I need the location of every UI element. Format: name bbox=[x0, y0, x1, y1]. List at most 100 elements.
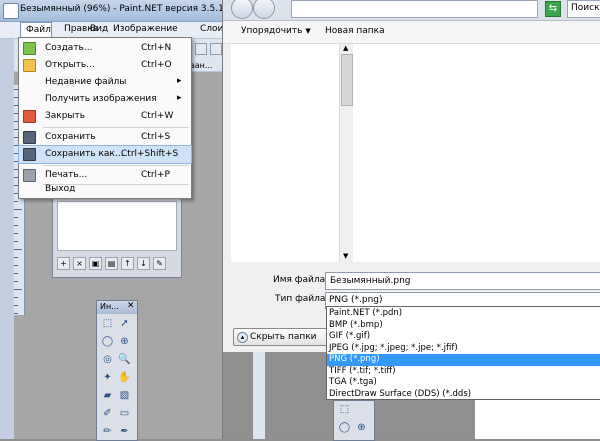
menu-item-label: Получить изображения bbox=[45, 94, 157, 104]
menu-item-save-as[interactable]: Сохранить как... Ctrl+Shift+S bbox=[18, 145, 192, 164]
left-panel-strip bbox=[0, 39, 14, 439]
menu-item-label: Сохранить bbox=[45, 132, 96, 142]
move-selection-icon[interactable]: ➚ bbox=[118, 317, 131, 330]
magic-wand-icon[interactable]: ✦ bbox=[101, 371, 114, 384]
hide-folders-label: Скрыть папки bbox=[250, 332, 317, 342]
eraser-icon[interactable]: ▭ bbox=[118, 407, 131, 420]
zoom-icon: ⊕ bbox=[357, 422, 366, 433]
ruler-tick bbox=[14, 313, 18, 314]
menu-item-open[interactable]: Открыть... Ctrl+O bbox=[19, 57, 191, 74]
menu-item-save[interactable]: Сохранить Ctrl+S bbox=[19, 129, 191, 146]
menu-item-new[interactable]: Создать... Ctrl+N bbox=[19, 40, 191, 57]
ellipse-select-icon[interactable]: ◎ bbox=[101, 353, 114, 366]
filetype-option[interactable]: BMP (*.bmp) bbox=[327, 320, 600, 332]
filetype-option[interactable]: GIF (*.gif) bbox=[327, 331, 600, 343]
nav-scrollbar[interactable]: ▲ ▼ bbox=[339, 44, 353, 262]
menu-layers[interactable]: Слои bbox=[200, 24, 223, 34]
menu-item-label: Недавние файлы bbox=[45, 77, 127, 87]
move-down-icon[interactable]: ↓ bbox=[137, 257, 150, 270]
filename-value: Безымянный.png bbox=[330, 276, 411, 286]
rectangle-select-icon[interactable]: ⬚ bbox=[101, 317, 114, 330]
menu-item-shortcut: Ctrl+O bbox=[141, 60, 172, 70]
search-placeholder: Поиск bbox=[571, 3, 600, 13]
magnifier-icon[interactable]: 🔍 bbox=[118, 353, 131, 366]
title-bar: Безымянный (96%) - Paint.NET версия 3.5.… bbox=[0, 0, 232, 22]
menu-item-label: Создать... bbox=[45, 43, 93, 53]
filename-label: Имя файла: bbox=[273, 275, 329, 285]
zoom-icon[interactable]: ⊕ bbox=[118, 335, 131, 348]
background-ruler bbox=[253, 352, 265, 439]
layers-panel: + × ▣ ▤ ↑ ↓ ✎ bbox=[52, 196, 182, 278]
option-label: BMP (*.bmp) bbox=[329, 319, 383, 330]
ruler-tick bbox=[14, 281, 18, 282]
ruler-tick bbox=[14, 217, 18, 218]
filetype-option[interactable]: TGA (*.tga) bbox=[327, 377, 600, 389]
close-icon[interactable]: ✕ bbox=[127, 301, 135, 311]
organize-button[interactable]: Упорядочить ▼ bbox=[241, 26, 311, 36]
pan-icon[interactable]: ✋ bbox=[118, 371, 131, 384]
layers-list[interactable] bbox=[57, 201, 177, 251]
tools-title: Ин... bbox=[100, 302, 119, 311]
filetype-value: PNG (*.png) bbox=[329, 295, 383, 305]
clone-stamp-icon[interactable]: ✒ bbox=[118, 425, 131, 438]
pencil-icon[interactable]: ✏ bbox=[101, 425, 114, 438]
menu-item-recent[interactable]: Недавние файлы ▸ bbox=[19, 74, 191, 91]
navigation-pane[interactable] bbox=[231, 44, 355, 262]
option-label: DirectDraw Surface (DDS) (*.dds) bbox=[329, 388, 472, 399]
menu-separator bbox=[43, 165, 189, 166]
filetype-option[interactable]: TIFF (*.tif; *.tiff) bbox=[327, 366, 600, 378]
delete-layer-icon[interactable]: × bbox=[73, 257, 86, 270]
filetype-option[interactable]: Paint.NET (*.pdn) bbox=[327, 308, 600, 320]
merge-layer-icon[interactable]: ▤ bbox=[105, 257, 118, 270]
filename-input[interactable]: Безымянный.png bbox=[325, 272, 600, 290]
brush-icon[interactable]: ✐ bbox=[101, 407, 114, 420]
menu-item-close[interactable]: Закрыть Ctrl+W bbox=[19, 108, 191, 125]
gradient-icon[interactable]: ▨ bbox=[118, 389, 131, 402]
chevron-up-icon: ▴ bbox=[237, 332, 248, 343]
ruler-tick bbox=[14, 265, 18, 266]
ruler-tick bbox=[14, 209, 22, 210]
search-input[interactable]: Поиск bbox=[567, 0, 600, 18]
menu-item-shortcut: Ctrl+Shift+S bbox=[121, 149, 179, 159]
option-label: JPEG (*.jpg; *.jpeg; *.jpe; *.jfif) bbox=[329, 342, 458, 353]
filetype-option[interactable]: DirectDraw Surface (DDS) (*.dds) bbox=[327, 389, 600, 401]
address-bar[interactable] bbox=[291, 0, 538, 18]
add-layer-icon[interactable]: + bbox=[57, 257, 70, 270]
file-list[interactable] bbox=[355, 44, 600, 262]
new-folder-button[interactable]: Новая папка bbox=[325, 26, 385, 36]
hide-folders-button[interactable]: ▴ Скрыть папки bbox=[233, 328, 331, 346]
option-label: PNG (*.png) bbox=[329, 354, 380, 364]
menu-item-exit[interactable]: Выход bbox=[19, 181, 191, 198]
duplicate-layer-icon[interactable]: ▣ bbox=[89, 257, 102, 270]
organize-label: Упорядочить bbox=[241, 26, 303, 36]
filetype-option[interactable]: JPEG (*.jpg; *.jpeg; *.jpe; *.jfif) bbox=[327, 343, 600, 355]
lasso-icon: ◯ bbox=[338, 422, 351, 433]
refresh-icon[interactable]: ⇆ bbox=[545, 1, 561, 17]
layer-properties-icon[interactable]: ✎ bbox=[153, 257, 166, 270]
forward-icon[interactable] bbox=[253, 0, 275, 19]
menu-item-shortcut: Ctrl+N bbox=[141, 43, 172, 53]
address-bar-row: ⇆ Поиск bbox=[223, 0, 600, 21]
menu-image[interactable]: Изображение bbox=[113, 24, 178, 34]
menu-item-label: Открыть... bbox=[45, 60, 95, 70]
ruler-tick bbox=[14, 305, 18, 306]
menu-item-acquire[interactable]: Получить изображения ▸ bbox=[19, 91, 191, 108]
tools-window: Ин... ✕ ⬚ ➚ ◯ ⊕ ◎ 🔍 ✦ ✋ ▰ ▨ ✐ ▭ ✏ ✒ bbox=[96, 300, 138, 441]
scroll-down-icon[interactable]: ▼ bbox=[343, 252, 348, 260]
app-icon bbox=[3, 3, 19, 19]
undo-icon[interactable] bbox=[195, 43, 207, 55]
move-up-icon[interactable]: ↑ bbox=[121, 257, 134, 270]
redo-icon[interactable] bbox=[210, 43, 222, 55]
scroll-thumb[interactable] bbox=[341, 54, 353, 106]
bucket-icon[interactable]: ▰ bbox=[101, 389, 114, 402]
ruler-tick bbox=[14, 257, 18, 258]
filetype-option-selected[interactable]: PNG (*.png) bbox=[327, 354, 600, 366]
menu-item-label: Печать... bbox=[45, 170, 88, 180]
lasso-icon[interactable]: ◯ bbox=[101, 335, 114, 348]
close-doc-icon bbox=[23, 110, 36, 123]
menu-separator bbox=[43, 127, 189, 128]
scroll-up-icon[interactable]: ▲ bbox=[343, 44, 348, 52]
menu-view[interactable]: Вид bbox=[90, 24, 108, 34]
back-icon[interactable] bbox=[231, 0, 253, 19]
ruler-tick bbox=[14, 297, 18, 298]
